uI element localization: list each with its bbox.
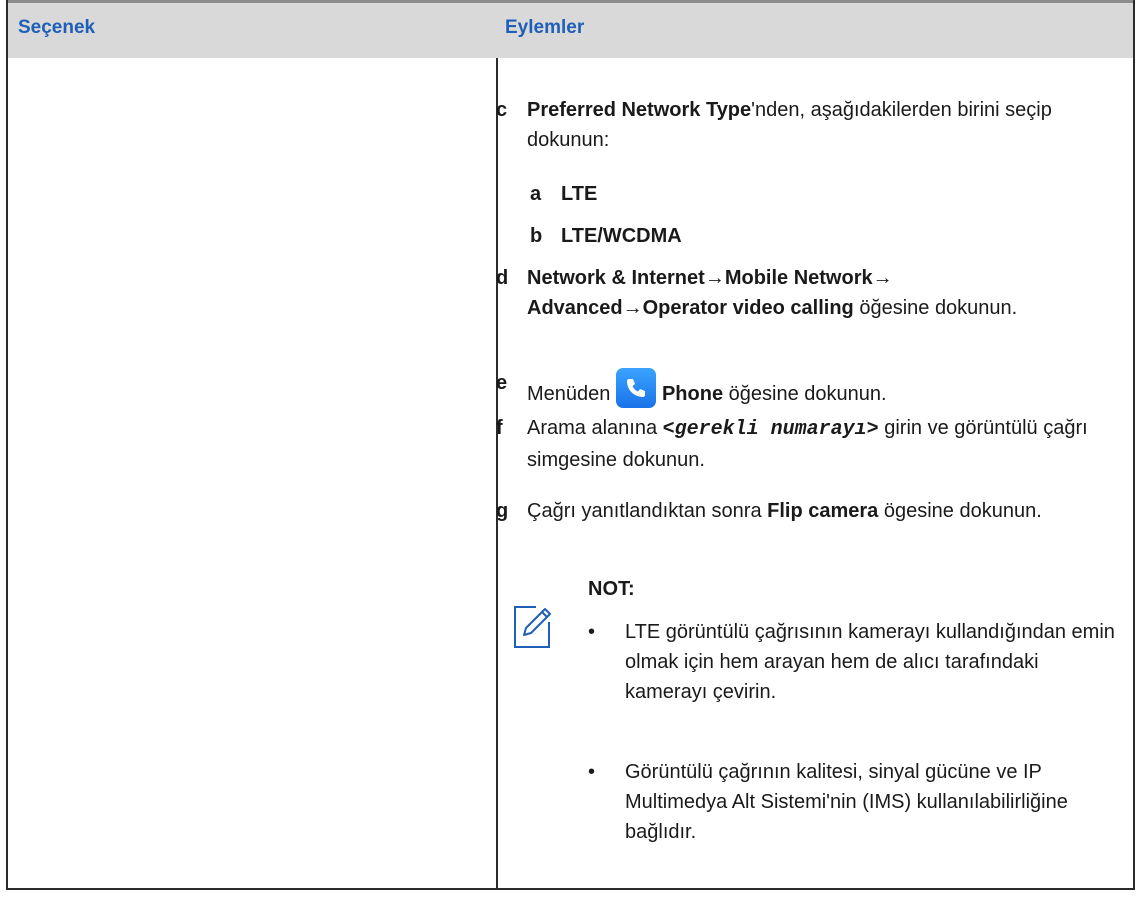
step-code: <gerekli numarayı> [662,418,879,441]
substep-text: LTE [561,183,598,205]
phone-app-icon [615,368,656,408]
step-letter: e [496,372,508,394]
step-letter: c [496,99,508,121]
step-text: Preferred Network Type'nden, aşağıdakile… [527,95,1097,155]
step-bold: Mobile Network [724,267,873,289]
header-option: Seçenek [18,17,96,38]
step-letter: g [496,500,509,522]
step-pre: Arama alanına [527,417,663,439]
substep-text: LTE/WCDMA [561,225,682,247]
step-bold: Phone [661,383,724,405]
step-text: Çağrı yanıtlandıktan sonra Flip camera ö… [527,496,1097,526]
substep-letter: b [530,225,543,247]
step-pre: Menüden [527,383,616,405]
step-bold: Advanced [527,297,623,319]
table-header: Seçenek Eylemler [8,0,1133,58]
step-letter: d [496,267,509,289]
step-rest: öğesine dokunun. [853,297,1018,319]
step-pre: Çağrı yanıtlandıktan sonra [527,500,768,522]
arrow: → [872,267,893,289]
step-bold: Operator video calling [642,297,854,319]
bullet-dot: • [588,761,596,783]
step-rest: öğesine dokunun. [723,383,887,405]
substep-letter: a [530,183,542,205]
note-pencil-icon [512,604,552,655]
step-bold: Network & Internet [527,267,705,289]
arrow: → [622,297,643,319]
note-bullet-text: Görüntülü çağrının kalitesi, sinyal gücü… [625,761,1068,843]
step-bold: Preferred Network Type [527,99,752,121]
arrow: → [704,267,725,289]
step-text: Network & Internet→Mobile Network→ Advan… [527,263,1097,323]
note-bullet-text: LTE görüntülü çağrısının kamerayı kullan… [625,621,1115,703]
header-actions: Eylemler [505,17,585,38]
step-text: Arama alanına <gerekli numarayı> girin v… [527,413,1097,475]
step-rest: ögesine dokunun. [878,500,1042,522]
step-text: Menüden Phone öğesine dokunun. [527,368,1097,409]
step-letter: f [496,417,503,439]
column-divider [496,58,498,888]
bullet-dot: • [588,621,596,643]
note-title: NOT: [588,578,635,600]
step-bold: Flip camera [767,500,879,522]
